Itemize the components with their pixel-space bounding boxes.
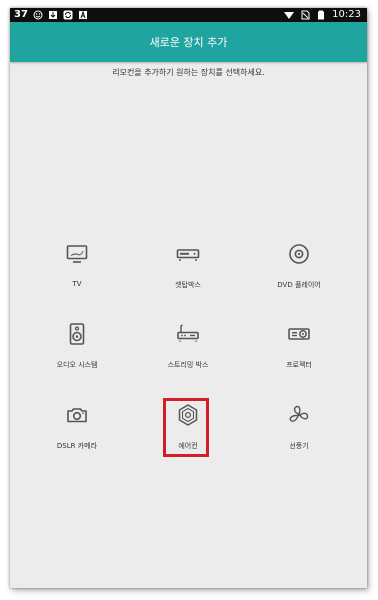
device-label: DVD 플레이어 [277, 281, 321, 289]
device-tile-projector[interactable]: 프로젝터 [244, 320, 354, 390]
device-label: DSLR 카메라 [56, 442, 98, 450]
set-top-box-icon [176, 249, 200, 261]
camera-icon [67, 408, 87, 423]
router-icon [177, 324, 199, 342]
device-label: 오디오 시스템 [56, 361, 98, 369]
device-tile-tv[interactable]: TV [22, 240, 132, 310]
fan-icon [289, 405, 309, 422]
device-tile-dvd-player[interactable]: DVD 플레이어 [244, 240, 354, 310]
device-label: 선풍기 [289, 442, 309, 450]
device-tile-set-top-box[interactable]: 셋탑박스 [133, 240, 243, 310]
tv-icon [66, 245, 88, 263]
device-tile-dslr-camera[interactable]: DSLR 카메라 [22, 401, 132, 471]
device-tile-audio-system[interactable]: 오디오 시스템 [22, 320, 132, 390]
dvd-icon [289, 244, 309, 264]
projector-icon [288, 328, 310, 340]
device-tile-fan[interactable]: 선풍기 [244, 401, 354, 471]
speaker-icon [69, 323, 85, 345]
device-label: TV [72, 280, 82, 288]
device-tile-streaming-box[interactable]: 스트리밍 박스 [133, 320, 243, 390]
device-frame: 37 10:23 새로운 장치 추가 리모컨을 추가하기 원하는 장치를 선택하… [10, 8, 367, 588]
selection-highlight [163, 398, 209, 457]
device-label: 셋탑박스 [175, 281, 201, 289]
device-label: 스트리밍 박스 [167, 361, 209, 369]
device-grid: TV 셋탑박스 DVD 플레이어 오디오 시스템 스트리밍 박스 프로젝터 DS… [10, 8, 367, 588]
device-label: 프로젝터 [286, 361, 312, 369]
